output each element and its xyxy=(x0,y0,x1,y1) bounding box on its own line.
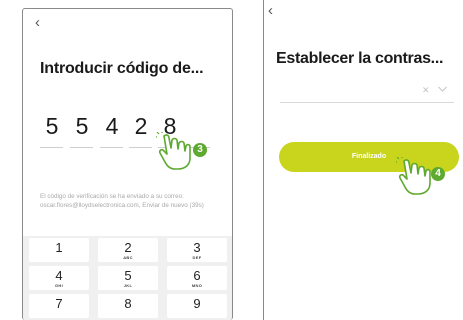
keypad-key-2[interactable]: 2 ABC xyxy=(98,238,158,262)
password-input[interactable] xyxy=(280,84,415,100)
key-number: 2 xyxy=(124,240,132,255)
key-number: 6 xyxy=(193,268,201,283)
keypad-key-9[interactable]: 9 xyxy=(167,294,227,318)
keypad-key-4[interactable]: 4 GHI xyxy=(29,266,89,290)
step-badge: 4 xyxy=(431,167,445,181)
code-digit: 4 xyxy=(105,113,119,139)
key-number: 8 xyxy=(124,296,132,311)
back-chevron-left-icon[interactable]: ‹ xyxy=(35,15,40,30)
key-letters: JKL xyxy=(123,283,133,288)
key-letters: GHI xyxy=(54,283,63,288)
keypad-key-8[interactable]: 8 xyxy=(98,294,158,318)
keypad-key-6[interactable]: 6 MNO xyxy=(167,266,227,290)
code-digit: 5 xyxy=(75,113,89,139)
key-number: 7 xyxy=(55,296,63,311)
keypad-key-7[interactable]: 7 xyxy=(29,294,89,318)
key-number: 5 xyxy=(124,268,132,283)
key-number: 3 xyxy=(193,240,201,255)
key-number: 1 xyxy=(55,240,63,255)
close-icon[interactable]: ✕ xyxy=(422,85,430,96)
key-letters: ABC xyxy=(123,255,133,260)
keypad-key-3[interactable]: 3 DEF xyxy=(167,238,227,262)
key-number: 4 xyxy=(55,268,63,283)
back-chevron-left-icon[interactable]: ‹ xyxy=(268,3,273,18)
code-digit-underline xyxy=(100,147,123,148)
code-digit: 5 xyxy=(45,113,59,139)
keypad-key-5[interactable]: 5 JKL xyxy=(98,266,158,290)
numeric-keypad: 1 2 ABC 3 DEF 4 GHI 5 JKL 6 MNO 7 8 9 xyxy=(23,236,232,320)
keypad-key-1[interactable]: 1 xyxy=(29,238,89,262)
code-digit-underline xyxy=(129,147,152,148)
key-letters: MNO xyxy=(191,283,203,288)
code-digit-underline xyxy=(40,147,63,148)
page-title: Introducir código de... xyxy=(40,60,204,77)
eye-icon[interactable] xyxy=(438,84,447,94)
key-letters: DEF xyxy=(192,255,202,260)
key-number: 9 xyxy=(193,296,201,311)
step-badge: 3 xyxy=(193,143,207,157)
password-input-underline xyxy=(280,102,454,103)
verification-info-text: El código de verificación se ha enviado … xyxy=(40,193,204,209)
code-digit: 2 xyxy=(134,113,148,139)
code-digit-underline xyxy=(70,147,93,148)
page-title: Establecer la contras... xyxy=(276,50,444,67)
